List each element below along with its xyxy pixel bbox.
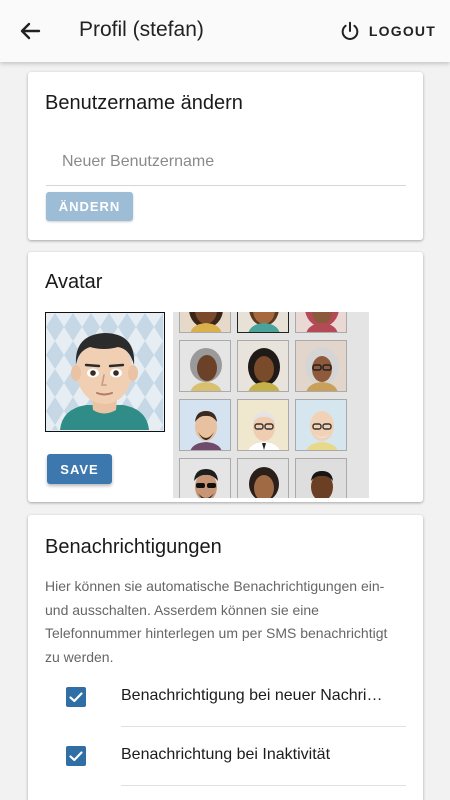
- username-card-title: Benutzername ändern: [45, 92, 243, 114]
- change-username-button[interactable]: ÄNDERN: [46, 192, 133, 221]
- notification-new-message-label: Benachrichtigung bei neuer Nachricht: [121, 687, 383, 704]
- checkbox-checked[interactable]: [66, 687, 86, 707]
- avatar-woman-brown-hair-icon: [248, 312, 280, 332]
- avatar-man-sunglasses-icon: [194, 469, 218, 498]
- avatar-choice[interactable]: [237, 340, 289, 392]
- avatar-woman-dark-curly-icon: [189, 312, 223, 332]
- avatar-man-beard-icon: [190, 411, 222, 450]
- power-icon: [341, 21, 359, 40]
- avatar-choice[interactable]: [295, 399, 347, 451]
- avatar-card-title: Avatar: [45, 271, 103, 293]
- avatar-choice[interactable]: [237, 399, 289, 451]
- notifications-card-title: Benachrichtigungen: [45, 536, 222, 558]
- avatar-woman-dark-bun-icon: [249, 467, 279, 498]
- avatar-choice[interactable]: [179, 458, 231, 498]
- current-avatar[interactable]: [45, 312, 165, 432]
- checkmark-icon: [69, 692, 83, 703]
- divider: [121, 726, 406, 727]
- notifications-description: Hier können sie automatische Benachricht…: [45, 578, 388, 665]
- avatar-choice[interactable]: [295, 458, 347, 498]
- checkbox-checked[interactable]: [66, 746, 86, 766]
- notification-new-message-toggle[interactable]: Benachrichtigung bei neuer Nachricht: [28, 669, 423, 727]
- avatar-choice[interactable]: [179, 312, 231, 333]
- avatar-woman-dark-hair-icon: [248, 348, 280, 391]
- new-username-input[interactable]: [46, 138, 406, 186]
- avatar-man-bald-glasses-icon: [306, 411, 338, 450]
- arrow-back-icon: [20, 22, 41, 40]
- avatar-choice[interactable]: [179, 399, 231, 451]
- notifications-card: Benachrichtigungen Hier können sie autom…: [28, 515, 423, 800]
- avatar-choice[interactable]: [295, 340, 347, 392]
- notification-inactivity-toggle[interactable]: Benachrichtung bei Inaktivität: [28, 728, 423, 786]
- avatar-choice[interactable]: [237, 312, 289, 333]
- avatar-man-dark-icon: [311, 471, 333, 498]
- avatar-man-glasses-white-hair-icon: [248, 412, 280, 450]
- logout-label: LOGOUT: [368, 23, 436, 39]
- avatar-woman-headscarf-icon: [305, 312, 339, 332]
- avatar-choice[interactable]: [295, 312, 347, 333]
- app-bar: Profil (stefan) LOGOUT: [0, 0, 450, 62]
- save-avatar-button[interactable]: SAVE: [47, 454, 112, 484]
- divider: [121, 785, 406, 786]
- avatar-woman-gray-hair-icon: [190, 348, 222, 391]
- checkmark-icon: [69, 751, 83, 762]
- avatar-choice[interactable]: [237, 458, 289, 498]
- avatar-choice-grid: [173, 312, 369, 498]
- avatar-woman-glasses-white-hair-icon: [305, 347, 339, 391]
- notification-inactivity-label: Benachrichtung bei Inaktivität: [121, 746, 331, 763]
- avatar-young-man-icon: [46, 313, 163, 430]
- username-card: Benutzername ändern ÄNDERN: [28, 72, 423, 240]
- page-title: Profil (stefan): [79, 18, 204, 41]
- back-button[interactable]: [14, 15, 46, 47]
- avatar-choice[interactable]: [179, 340, 231, 392]
- avatar-card: Avatar SAVE: [28, 252, 423, 502]
- logout-button[interactable]: LOGOUT: [339, 18, 436, 44]
